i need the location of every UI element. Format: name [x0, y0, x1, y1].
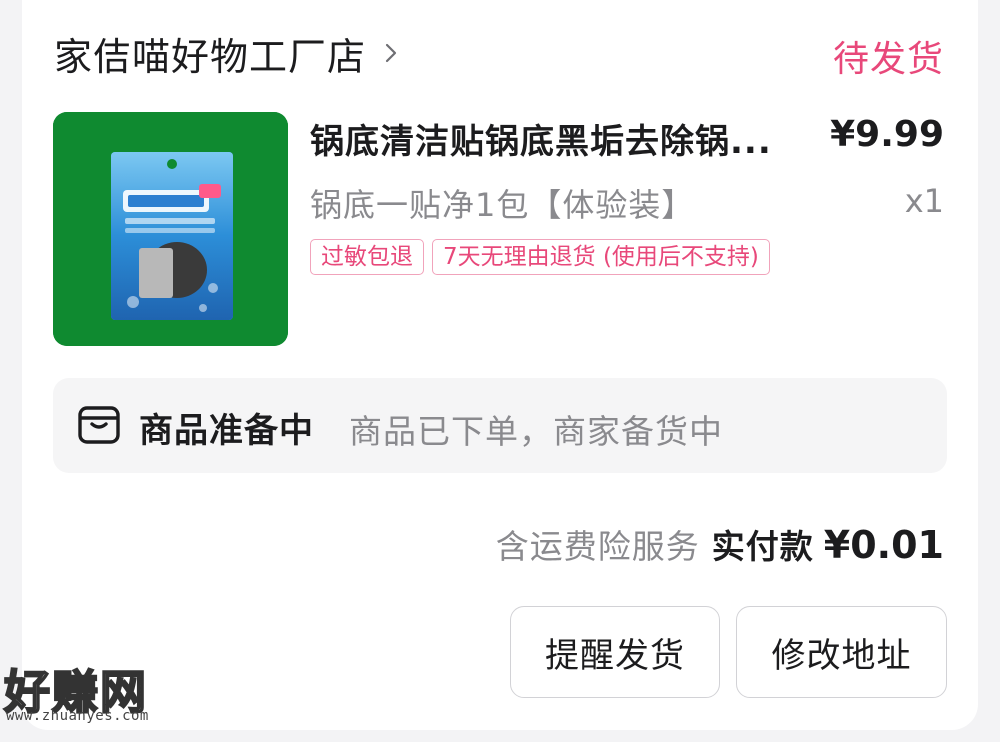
service-tag: 7天无理由退货 (使用后不支持) [432, 239, 770, 275]
order-card: 家佶喵好物工厂店 待发货 锅底清洁贴锅底黑垢去除锅... ¥9.99 锅底一贴净… [22, 0, 978, 730]
order-status: 待发货 [832, 39, 944, 80]
paid-amount-label: 实付款 [711, 527, 814, 566]
shop-name[interactable]: 家佶喵好物工厂店 [54, 26, 366, 81]
service-tag: 过敏包退 [310, 239, 424, 275]
watermark-url: www.zhuanyes.com [6, 708, 149, 724]
product-package-image [53, 112, 288, 346]
product-variant: 锅底一贴净1包【体验装】 [310, 186, 695, 224]
product-image[interactable] [53, 112, 288, 346]
progress-description: 商品已下单，商家备货中 [349, 412, 723, 451]
product-title[interactable]: 锅底清洁贴锅底黑垢去除锅... [310, 114, 830, 163]
service-tags: 过敏包退 7天无理由退货 (使用后不支持) [310, 239, 778, 275]
progress-title: 商品准备中 [139, 411, 314, 451]
product-quantity: x1 [904, 182, 944, 220]
paid-amount-value: ¥0.01 [823, 523, 944, 567]
order-progress[interactable]: 商品准备中 商品已下单，商家备货中 [53, 378, 947, 473]
change-address-button[interactable]: 修改地址 [736, 606, 947, 698]
remind-shipping-button[interactable]: 提醒发货 [510, 606, 720, 698]
package-box-icon [77, 404, 121, 446]
shipping-insurance-label[interactable]: 含运费险服务 [496, 520, 700, 568]
product-price: ¥9.99 [830, 114, 944, 155]
watermark-logo: 好赚网 www.zhuanyes.com [3, 656, 194, 736]
chevron-right-icon[interactable] [380, 42, 402, 64]
payment-summary: 含运费险服务 实付款 ¥0.01 [496, 520, 944, 568]
shop-header[interactable]: 家佶喵好物工厂店 [54, 26, 402, 81]
